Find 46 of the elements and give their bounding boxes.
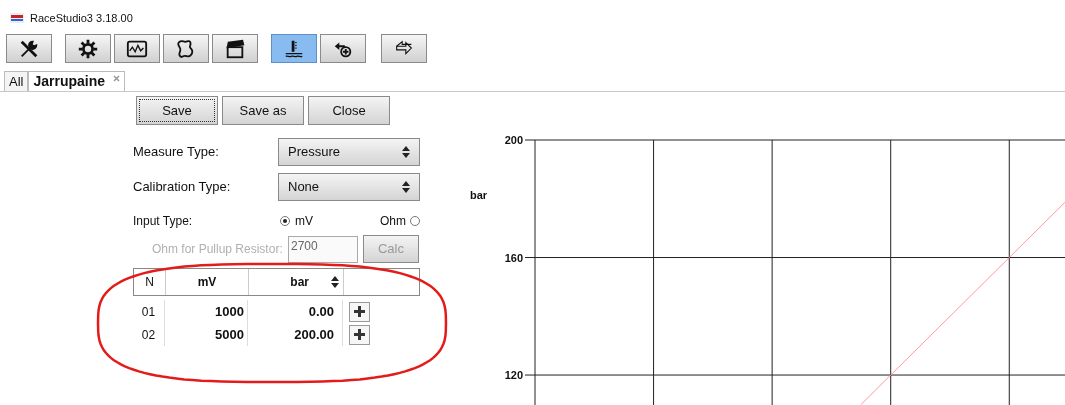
add-button[interactable] <box>349 301 370 322</box>
window-title: RaceStudio3 3.18.00 <box>30 10 133 26</box>
toolbar-button[interactable] <box>6 34 52 63</box>
table-cell: 02 <box>133 323 165 346</box>
field-label: Measure Type: <box>133 143 219 162</box>
y-axis-label: bar <box>470 189 488 201</box>
table-cell: 5000 <box>165 323 248 346</box>
tab[interactable]: Jarrupaine <box>28 71 126 91</box>
table-cell: 01 <box>133 300 165 323</box>
action-button[interactable]: Save <box>136 96 218 125</box>
column-header: bar <box>290 274 309 291</box>
toolbar-button[interactable] <box>381 34 427 63</box>
action-button[interactable]: Save as <box>222 96 304 125</box>
up-down-caret-icon <box>402 181 410 193</box>
y-tick-label: 120 <box>504 369 523 382</box>
table-cell: 200.00 <box>248 323 343 346</box>
add-button[interactable] <box>349 324 370 345</box>
plus-icon <box>353 328 366 341</box>
plus-icon <box>353 305 366 318</box>
radio-label: Ohm <box>380 213 406 230</box>
dropdown[interactable]: None <box>278 173 420 201</box>
table-cell: 0.00 <box>248 300 343 323</box>
toolbar-button[interactable] <box>320 34 366 63</box>
close-icon[interactable] <box>113 75 121 82</box>
toolbar-button[interactable] <box>114 34 160 63</box>
toolbar-button[interactable] <box>65 34 111 63</box>
y-tick-label: 200 <box>504 134 523 146</box>
field-label: Calibration Type: <box>133 178 231 197</box>
app-logo-icon <box>10 13 24 23</box>
tab[interactable]: All <box>4 71 29 91</box>
column-header: N <box>134 269 166 295</box>
radio-label: mV <box>295 213 313 230</box>
toolbar-button[interactable] <box>271 34 317 63</box>
clapperboard-icon <box>224 37 246 60</box>
y-tick-label: 160 <box>504 251 523 264</box>
dropdown[interactable]: Pressure <box>278 138 420 166</box>
sort-icon[interactable] <box>331 276 339 288</box>
field-label: Input Type: <box>133 213 194 230</box>
toolbar-button[interactable] <box>163 34 209 63</box>
field-label: Ohm for Pullup Resistor: <box>152 241 284 258</box>
toolbar-button[interactable] <box>212 34 258 63</box>
gear-icon <box>77 37 99 60</box>
table-cell: 1000 <box>165 300 248 323</box>
column-header: mV <box>166 269 249 295</box>
up-down-caret-icon <box>402 146 410 158</box>
action-button[interactable]: Close <box>308 96 390 125</box>
